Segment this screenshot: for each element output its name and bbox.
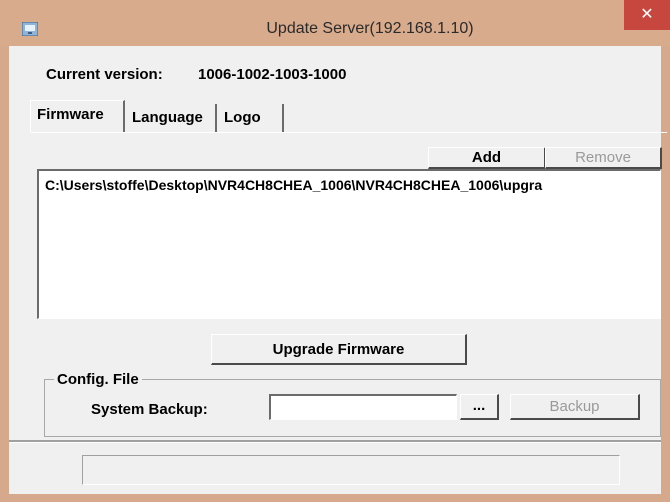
window-title: Update Server(192.168.1.10) [266, 20, 474, 37]
close-icon: ✕ [640, 4, 654, 23]
system-backup-label: System Backup: [91, 401, 208, 418]
tab-language[interactable]: Language [126, 104, 217, 132]
divider [9, 440, 661, 443]
update-server-window: Update Server(192.168.1.10) ✕ Current ve… [0, 0, 670, 502]
current-version-value: 1006-1002-1003-1000 [198, 66, 347, 83]
app-icon [22, 22, 38, 36]
browse-button[interactable]: ... [460, 394, 499, 420]
dialog-client-area: Current version: 1006-1002-1003-1000 Fir… [9, 46, 667, 494]
tab-firmware[interactable]: Firmware [30, 100, 125, 132]
tab-logo[interactable]: Logo [218, 104, 284, 132]
remove-button[interactable]: Remove [545, 147, 662, 169]
list-item[interactable]: C:\Users\stoffe\Desktop\NVR4CH8CHEA_1006… [45, 177, 542, 193]
upgrade-firmware-button[interactable]: Upgrade Firmware [211, 334, 467, 365]
close-button[interactable]: ✕ [624, 0, 670, 30]
backup-button[interactable]: Backup [510, 394, 640, 420]
add-button[interactable]: Add [428, 147, 546, 169]
backup-path-field[interactable] [269, 394, 457, 420]
firmware-file-list[interactable]: C:\Users\stoffe\Desktop\NVR4CH8CHEA_1006… [37, 169, 661, 319]
current-version-label: Current version: [46, 66, 163, 83]
title-bar[interactable]: Update Server(192.168.1.10) ✕ [0, 0, 670, 46]
config-file-group-label: Config. File [54, 371, 142, 388]
status-bar [82, 455, 620, 485]
